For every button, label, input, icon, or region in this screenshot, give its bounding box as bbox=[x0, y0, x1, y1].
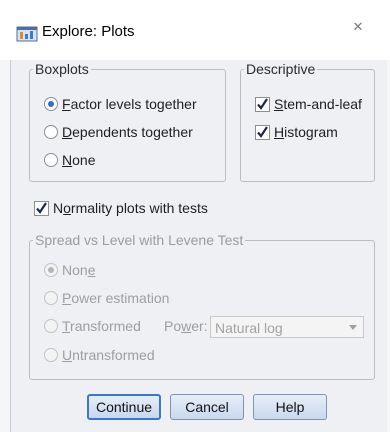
radio-button[interactable] bbox=[44, 153, 58, 167]
radio-none-boxplots[interactable]: None bbox=[44, 152, 95, 168]
continue-button[interactable]: Continue bbox=[87, 394, 161, 420]
power-label: Po w er: bbox=[164, 318, 208, 334]
checkbox-label: Histogram bbox=[274, 124, 338, 140]
radio-button-selected[interactable] bbox=[44, 97, 58, 111]
radio-label: Dependents together bbox=[62, 124, 193, 140]
radio-label: Power estimation bbox=[62, 290, 170, 306]
window-title: Explore: Plots bbox=[42, 23, 135, 40]
radio-label: Untransformed bbox=[62, 347, 155, 363]
radio-power-estimation[interactable]: Power estimation bbox=[44, 290, 169, 306]
power-select-value: Natural log bbox=[215, 320, 283, 336]
chevron-down-icon bbox=[349, 325, 357, 330]
descriptive-legend: Descriptive bbox=[246, 61, 316, 77]
checkbox[interactable] bbox=[34, 200, 49, 216]
radio-button[interactable] bbox=[44, 125, 58, 139]
descriptive-group: Descriptive bbox=[240, 61, 375, 182]
boxplots-legend: Boxplots bbox=[35, 61, 89, 77]
radio-factor-levels-together[interactable]: Factor levels together bbox=[44, 96, 197, 112]
close-icon: ✕ bbox=[352, 19, 364, 34]
power-select[interactable]: Natural log bbox=[210, 316, 364, 338]
radio-button-selected[interactable] bbox=[44, 263, 58, 277]
radio-button[interactable] bbox=[44, 348, 58, 362]
checkbox-label: Normality plots with tests bbox=[53, 200, 208, 216]
radio-label: None bbox=[62, 152, 96, 168]
radio-label: Transformed bbox=[62, 318, 141, 334]
radio-untransformed[interactable]: Untransformed bbox=[44, 347, 155, 363]
radio-none-spread[interactable]: None bbox=[44, 262, 95, 278]
checkmark-icon bbox=[257, 125, 268, 138]
checkmark-icon bbox=[257, 97, 268, 110]
radio-button[interactable] bbox=[44, 319, 58, 333]
radio-label: None bbox=[62, 262, 96, 278]
spss-window-icon bbox=[16, 24, 38, 42]
radio-transformed[interactable]: Transformed bbox=[44, 318, 141, 334]
checkbox-stem-and-leaf[interactable]: Stem-and-leaf bbox=[255, 96, 362, 112]
checkmark-icon bbox=[36, 201, 47, 214]
radio-button[interactable] bbox=[44, 291, 58, 305]
radio-label: Factor levels together bbox=[62, 96, 197, 112]
spread-vs-level-legend: Spread vs Level with Levene Test bbox=[35, 232, 244, 248]
cancel-button[interactable]: Cancel bbox=[170, 394, 244, 420]
checkbox[interactable] bbox=[255, 124, 270, 140]
checkbox-label: Stem-and-leaf bbox=[274, 96, 362, 112]
checkbox[interactable] bbox=[255, 96, 270, 112]
title-bar: Explore: Plots ✕ bbox=[0, 0, 390, 60]
checkbox-histogram[interactable]: Histogram bbox=[255, 124, 338, 140]
help-button[interactable]: Help bbox=[253, 394, 327, 420]
checkbox-normality-plots[interactable]: Normality plots with tests bbox=[34, 200, 208, 216]
close-button[interactable]: ✕ bbox=[338, 16, 378, 38]
radio-dependents-together[interactable]: Dependents together bbox=[44, 124, 193, 140]
